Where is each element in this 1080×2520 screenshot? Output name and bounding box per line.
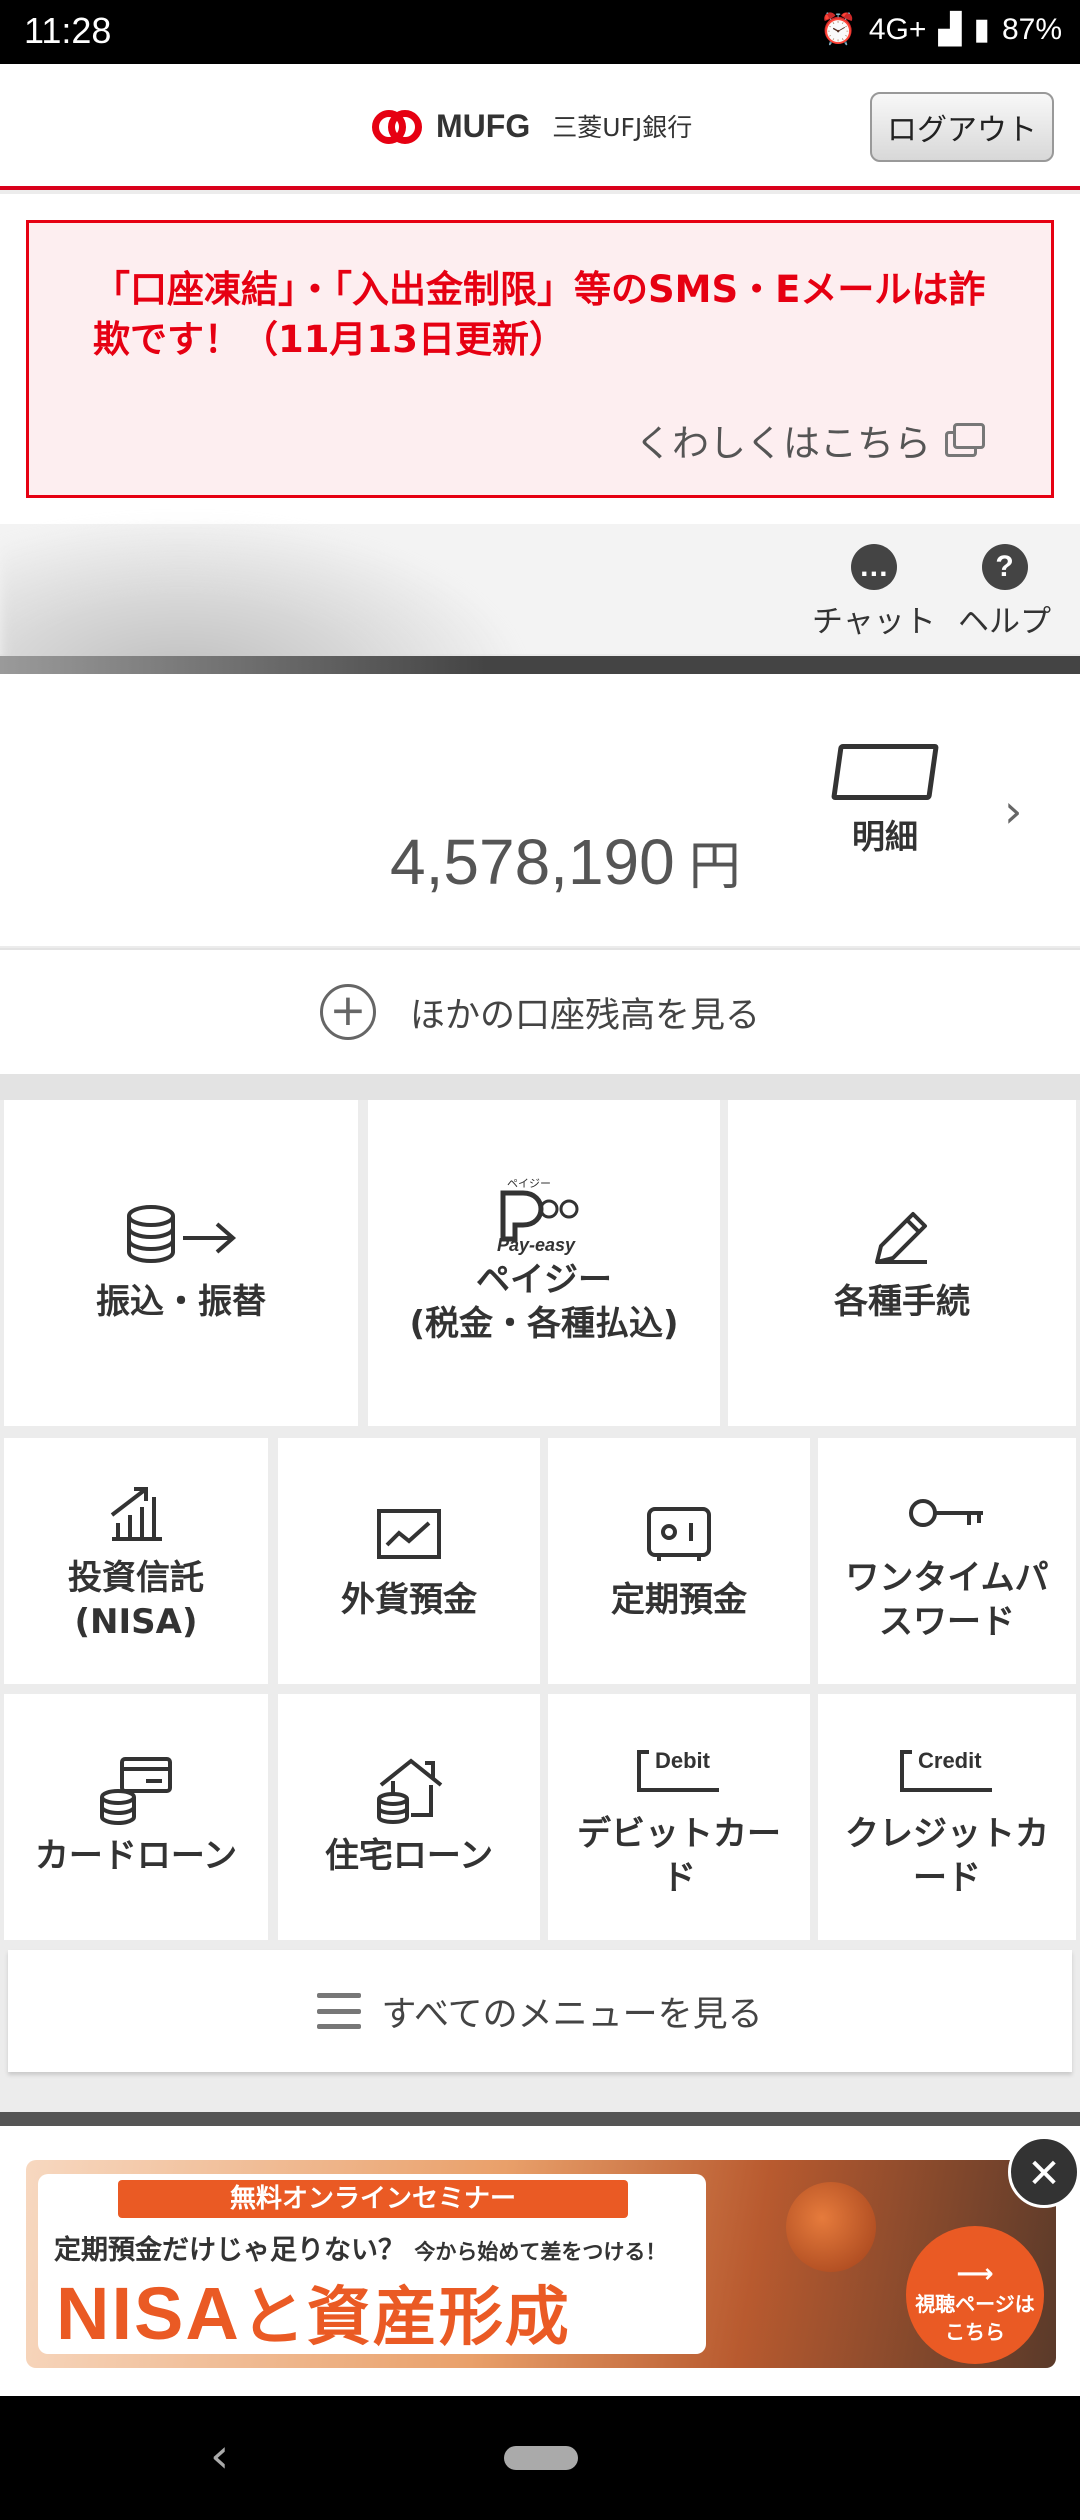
balance-amount: 4,578,190 [390, 826, 675, 898]
investment-chart-icon [104, 1478, 168, 1548]
passbook-icon [831, 744, 939, 800]
chat-bubble-icon: … [850, 544, 897, 590]
alert-detail-link[interactable]: くわしくはこちら [635, 413, 987, 467]
network-label: 4G+ [868, 12, 927, 46]
menu-tile-procedures[interactable]: 各種手続 [728, 1100, 1076, 1426]
balance-currency: 円 [688, 837, 741, 897]
fx-chart-icon [375, 1500, 443, 1570]
banner-close-button[interactable]: ✕ [1008, 2136, 1080, 2208]
account-summary[interactable]: 4,578,190 円 明細 › [0, 674, 1080, 946]
banner-card: 無料オンラインセミナー 定期預金だけじゃ足りない？ 今から始めて差をつける！ N… [38, 2174, 706, 2355]
menu-tile-payeasy[interactable]: ペイジー Pay-easy ペイジー (税金・各種払込) [368, 1100, 720, 1426]
menu-label-housing-loan: 住宅ローン [324, 1836, 494, 1876]
svg-text:Pay-easy: Pay-easy [497, 1235, 576, 1255]
credit-card-icon: Credit [892, 1734, 1002, 1804]
menu-tile-transfer[interactable]: 振込・振替 [4, 1100, 358, 1426]
hamburger-icon [317, 1993, 362, 2029]
statement-label: 明細 [852, 817, 918, 856]
menu-label-procedures: 各種手続 [834, 1282, 970, 1322]
section-bar [0, 2112, 1080, 2126]
arrow-right-icon: ⟶ [956, 2259, 994, 2289]
help-button[interactable]: ? ヘルプ [958, 544, 1051, 641]
mufg-logo: MUFG 三菱UFJ銀行 [372, 104, 692, 148]
app-header: MUFG 三菱UFJ銀行 ログアウト [0, 64, 1080, 190]
transfer-icon [121, 1202, 241, 1272]
menu-tile-card-loan[interactable]: カードローン [4, 1694, 268, 1940]
mufg-logo-icon [372, 104, 424, 148]
all-menu-label: すべてのメニューを見る [381, 1994, 763, 2035]
chat-button[interactable]: … チャット [812, 544, 936, 641]
status-bar: 11:28 ⏰ 4G+ ▟ ▮ 87% [0, 0, 1080, 64]
account-card-bar [0, 656, 1080, 674]
menu-label-transfer: 振込・振替 [96, 1282, 266, 1322]
menu-label-card-loan: カードローン [34, 1836, 238, 1876]
menu-tile-investment[interactable]: 投資信託 (NISA) [4, 1438, 268, 1684]
banner-title-en: NISA [56, 2272, 241, 2355]
external-window-icon [945, 423, 987, 457]
menu-tile-one-time-password[interactable]: ワンタイムパ スワード [818, 1438, 1076, 1684]
other-accounts-button[interactable]: + ほかの口座残高を見る [0, 948, 1080, 1074]
status-icons: ⏰ 4G+ ▟ ▮ 87% [819, 12, 1062, 47]
watch-page-label: 視聴ページは こちら [915, 2292, 1035, 2344]
menu-label-credit-card: クレジットカ ード [845, 1814, 1049, 1898]
chat-label: チャット [812, 604, 936, 640]
pencil-icon [867, 1202, 937, 1272]
alert-title: 「口座凍結」・「入出金制限」等のSMS・Eメールは詐欺です！（11月13日更新） [93, 268, 986, 361]
banner-subtitle-small: 今から始めて差をつける！ [414, 2240, 667, 2264]
menu-tile-credit-card[interactable]: Credit クレジットカ ード [818, 1694, 1076, 1940]
plus-circle-icon: + [319, 984, 376, 1040]
account-balance: 4,578,190 円 [390, 824, 741, 899]
all-menu-button[interactable]: すべてのメニューを見る [8, 1950, 1072, 2072]
brand-name: MUFG [436, 107, 531, 144]
battery-level: 87% [1001, 12, 1062, 46]
back-icon[interactable]: ‹ [210, 2428, 229, 2484]
house-loan-icon [371, 1756, 447, 1826]
menu-label-time-deposit: 定期預金 [611, 1580, 747, 1620]
menu-tile-fx-deposit[interactable]: 外貨預金 [278, 1438, 540, 1684]
statement-button[interactable]: 明細 [830, 744, 940, 858]
svg-text:Credit: Credit [918, 1748, 982, 1773]
section-divider [0, 1074, 1080, 1100]
banner-title: NISAと資産形成 [56, 2266, 571, 2358]
key-icon [907, 1478, 987, 1548]
menu-tile-time-deposit[interactable]: 定期預金 [548, 1438, 810, 1684]
chevron-right-icon: › [1004, 784, 1023, 838]
banner-title-jp: と資産形成 [240, 2281, 571, 2355]
menu-label-investment: 投資信託 (NISA) [68, 1558, 204, 1642]
svg-text:Debit: Debit [655, 1748, 711, 1773]
bank-name: 三菱UFJ銀行 [552, 113, 693, 142]
menu-label-debit-card: デビットカー ド [577, 1814, 781, 1898]
payeasy-icon: ペイジー Pay-easy [489, 1177, 599, 1255]
menu-tile-housing-loan[interactable]: 住宅ローン [278, 1694, 540, 1940]
banner-pill: 無料オンラインセミナー [118, 2180, 628, 2218]
other-accounts-label: ほかの口座残高を見る [409, 995, 760, 1036]
watch-page-button[interactable]: ⟶ 視聴ページは こちら [906, 2226, 1044, 2364]
alert-link-label: くわしくはこちら [635, 422, 931, 465]
help-icon: ? [981, 544, 1028, 590]
home-pill-icon[interactable] [504, 2446, 578, 2470]
banner-subtitle-main: 定期預金だけじゃ足りない？ [54, 2235, 405, 2266]
menu-label-payeasy: ペイジー (税金・各種払込) [409, 1260, 679, 1344]
menu-tile-debit-card[interactable]: Debit デビットカー ド [548, 1694, 810, 1940]
battery-icon: ▮ [973, 13, 990, 46]
notice-area: 「口座凍結」・「入出金制限」等のSMS・Eメールは詐欺です！（11月13日更新）… [0, 194, 1080, 524]
debit-card-icon: Debit [629, 1734, 729, 1804]
menu-label-one-time-password: ワンタイムパ スワード [845, 1558, 1049, 1642]
nisa-seminar-banner[interactable]: 無料オンラインセミナー 定期預金だけじゃ足りない？ 今から始めて差をつける！ N… [26, 2160, 1056, 2368]
android-nav-bar: ‹ [0, 2396, 1080, 2520]
signal-icon: ▟ [938, 13, 962, 46]
svg-text:ペイジー: ペイジー [507, 1177, 551, 1190]
fraud-alert[interactable]: 「口座凍結」・「入出金制限」等のSMS・Eメールは詐欺です！（11月13日更新）… [26, 220, 1054, 498]
safe-icon [645, 1500, 713, 1570]
status-time: 11:28 [24, 10, 112, 51]
card-loan-icon [98, 1756, 174, 1826]
alarm-icon: ⏰ [819, 13, 857, 46]
basketball-icon [786, 2182, 876, 2272]
help-label: ヘルプ [958, 604, 1051, 640]
menu-label-fx-deposit: 外貨預金 [341, 1580, 477, 1620]
banner-subtitle: 定期預金だけじゃ足りない？ 今から始めて差をつける！ [54, 2228, 694, 2267]
logout-button[interactable]: ログアウト [870, 92, 1054, 162]
